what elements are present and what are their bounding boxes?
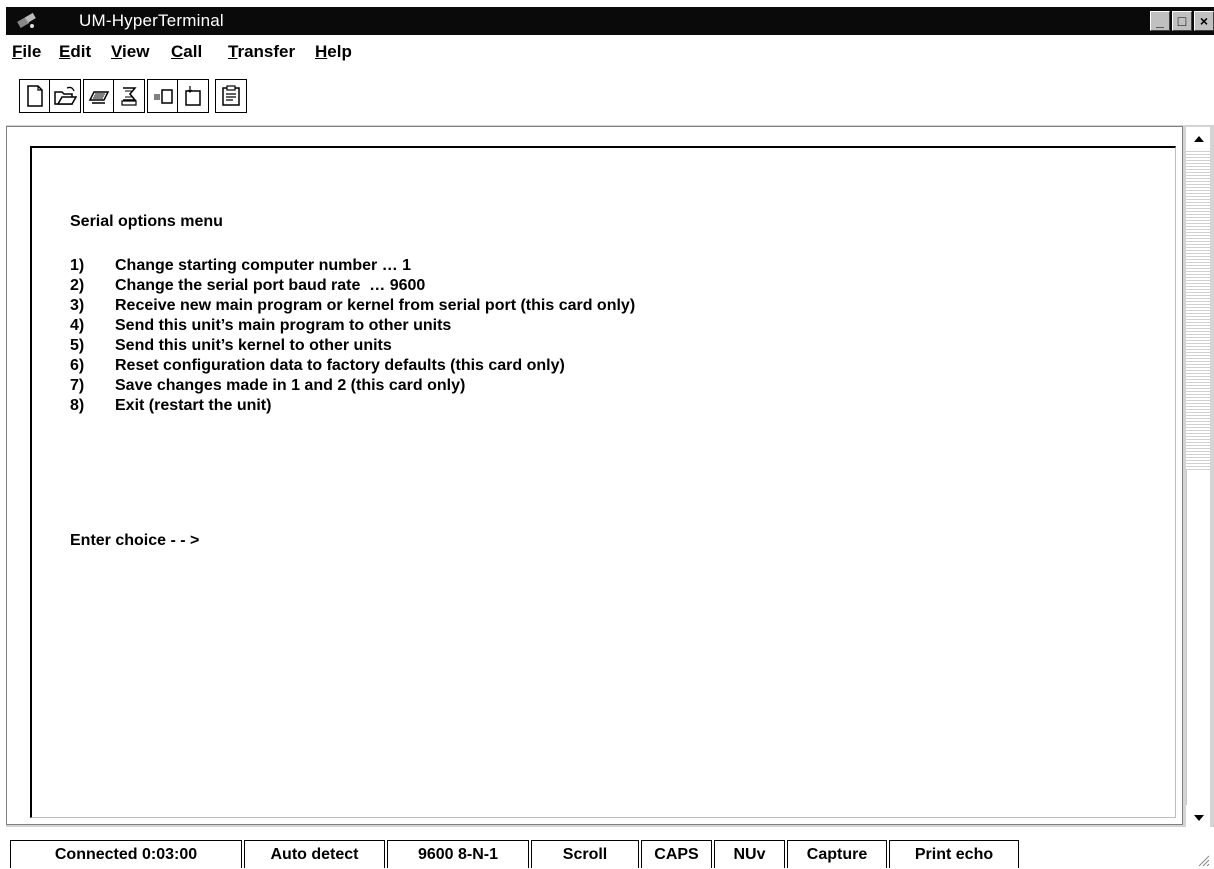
hyperterminal-app-icon[interactable] bbox=[16, 11, 38, 31]
menu-help-accel: H bbox=[315, 42, 328, 61]
option-number: 8) bbox=[70, 397, 85, 414]
option-text: Change starting computer number … 1 bbox=[115, 257, 412, 274]
properties-icon bbox=[222, 85, 240, 106]
terminal-screen[interactable] bbox=[30, 146, 1176, 818]
arrow-up-icon bbox=[1194, 136, 1204, 142]
new-icon bbox=[26, 85, 43, 107]
option-text: Reset configuration data to factory defa… bbox=[115, 357, 565, 374]
send-icon bbox=[153, 89, 173, 104]
menu-file-label: ile bbox=[22, 42, 42, 61]
menu-view[interactable]: View bbox=[111, 42, 149, 62]
menu-edit[interactable]: Edit bbox=[59, 42, 91, 62]
option-text: Send this unit’s main program to other u… bbox=[115, 317, 452, 334]
option-number: 2) bbox=[70, 277, 85, 294]
disconnect-button[interactable] bbox=[114, 80, 144, 112]
send-file-button[interactable] bbox=[148, 80, 178, 112]
status-num: NUv bbox=[714, 840, 785, 868]
status-bar: Connected 0:03:00 Auto detect 9600 8-N-1… bbox=[6, 838, 1214, 869]
receive-icon bbox=[185, 86, 201, 106]
menu-file-accel: F bbox=[12, 42, 23, 61]
arrow-down-icon bbox=[1194, 815, 1204, 821]
connect-button[interactable] bbox=[84, 80, 114, 112]
menu-call[interactable]: Call bbox=[171, 42, 202, 62]
scroll-down-button[interactable] bbox=[1188, 807, 1210, 829]
option-text: Send this unit’s kernel to other units bbox=[115, 337, 392, 354]
resize-grip-icon[interactable] bbox=[1196, 853, 1210, 867]
terminal-menu-title: Serial options menu bbox=[70, 213, 223, 230]
option-text: Exit (restart the unit) bbox=[115, 397, 272, 414]
receive-file-button[interactable] bbox=[178, 80, 208, 112]
toolbar-group-transfer bbox=[147, 79, 209, 113]
menu-call-label: all bbox=[183, 42, 203, 61]
disconnect-icon bbox=[121, 87, 137, 106]
option-text: Change the serial port baud rate … 9600 bbox=[115, 277, 426, 294]
window-title: UM-HyperTerminal bbox=[79, 11, 224, 30]
hyperterminal-window: UM-HyperTerminal _ □ × File Edit View Ca… bbox=[0, 0, 1214, 869]
toolbar-group-file bbox=[19, 79, 81, 113]
option-number: 7) bbox=[70, 377, 85, 394]
scrollbar-track[interactable] bbox=[1186, 150, 1210, 470]
window-controls: _ □ × bbox=[1150, 11, 1214, 31]
option-text: Receive new main program or kernel from … bbox=[115, 297, 636, 314]
menu-edit-accel: E bbox=[59, 42, 71, 61]
connect-icon bbox=[88, 91, 109, 104]
minimize-button[interactable]: _ bbox=[1150, 11, 1170, 31]
toolbar-group-call bbox=[83, 79, 145, 113]
scroll-up-button[interactable] bbox=[1188, 128, 1210, 150]
toolbar bbox=[6, 65, 1214, 125]
option-number: 1) bbox=[70, 257, 85, 274]
maximize-button[interactable]: □ bbox=[1172, 11, 1192, 31]
menu-help[interactable]: Help bbox=[315, 42, 352, 62]
menu-transfer[interactable]: Transfer bbox=[228, 42, 295, 62]
open-button[interactable] bbox=[50, 80, 80, 112]
menu-bar: File Edit View Call Transfer Help bbox=[6, 35, 1214, 65]
status-connected: Connected 0:03:00 bbox=[10, 840, 242, 868]
menu-help-label: elp bbox=[327, 42, 352, 61]
title-bar: UM-HyperTerminal _ □ × bbox=[6, 7, 1214, 35]
terminal-prompt: Enter choice - - > bbox=[70, 532, 200, 549]
open-icon bbox=[54, 86, 77, 105]
status-scroll: Scroll bbox=[531, 840, 639, 868]
option-number: 3) bbox=[70, 297, 85, 314]
status-caps: CAPS bbox=[641, 840, 712, 868]
option-number: 6) bbox=[70, 357, 85, 374]
status-print-echo: Print echo bbox=[889, 840, 1019, 868]
properties-button[interactable] bbox=[216, 80, 246, 112]
menu-edit-label: dit bbox=[70, 42, 92, 61]
status-capture: Capture bbox=[787, 840, 887, 868]
option-number: 5) bbox=[70, 337, 85, 354]
menu-view-accel: V bbox=[111, 42, 123, 61]
menu-view-label: iew bbox=[122, 42, 150, 61]
new-connection-button[interactable] bbox=[20, 80, 50, 112]
menu-file[interactable]: File bbox=[12, 42, 41, 62]
status-port-settings: 9600 8-N-1 bbox=[387, 840, 529, 868]
option-number: 4) bbox=[70, 317, 85, 334]
status-auto-detect: Auto detect bbox=[244, 840, 385, 868]
scrollbar-thumb[interactable] bbox=[1186, 470, 1210, 805]
menu-call-accel: C bbox=[171, 42, 184, 61]
menu-transfer-label: ransfer bbox=[237, 42, 296, 61]
option-text: Save changes made in 1 and 2 (this card … bbox=[115, 377, 466, 394]
close-button[interactable]: × bbox=[1194, 11, 1214, 31]
toolbar-group-properties bbox=[215, 79, 247, 113]
